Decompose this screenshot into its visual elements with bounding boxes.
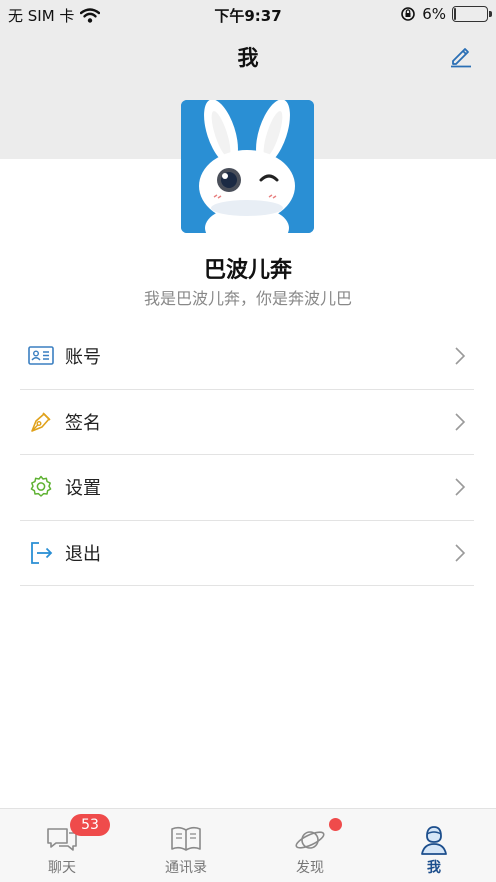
pen-nib-icon [28, 409, 54, 435]
unread-badge: 53 [70, 814, 110, 836]
tab-label-contacts: 通讯录 [165, 860, 207, 876]
person-icon [421, 826, 447, 855]
menu-item-account[interactable]: 账号 [20, 324, 474, 390]
tab-chat[interactable]: 聊天 53 [0, 809, 124, 882]
menu-label-account: 账号 [65, 347, 101, 369]
chevron-right-icon [455, 347, 466, 365]
tab-label-discover: 发现 [296, 860, 324, 876]
tab-discover[interactable]: 发现 [248, 809, 372, 882]
avatar[interactable] [181, 100, 314, 233]
battery-percent: 6% [422, 5, 446, 23]
profile-signature: 我是巴波儿奔，你是奔波儿巴 [143, 289, 352, 308]
status-right: 6% [400, 5, 492, 23]
rabbit-avatar-icon [181, 100, 314, 233]
notification-dot [329, 818, 342, 831]
tab-label-chat: 聊天 [48, 860, 76, 876]
contacts-book-icon [171, 826, 201, 851]
orientation-lock-icon [401, 7, 416, 21]
edit-pen-icon [451, 48, 471, 68]
planet-icon [295, 831, 325, 849]
tab-label-me: 我 [427, 860, 441, 876]
chevron-right-icon [455, 478, 466, 496]
menu-item-logout[interactable]: 退出 [20, 521, 474, 586]
edit-button[interactable] [448, 42, 474, 68]
gear-icon [28, 474, 54, 500]
tab-contacts[interactable]: 通讯录 [124, 809, 248, 882]
id-card-icon [28, 343, 54, 369]
battery-icon [452, 6, 492, 22]
tab-me[interactable]: 我 [372, 809, 496, 882]
menu-label-logout: 退出 [65, 543, 101, 565]
page-title: 我 [237, 46, 259, 70]
menu-label-signature: 签名 [65, 412, 101, 434]
logout-icon [28, 540, 54, 566]
menu-label-settings: 设置 [65, 478, 101, 500]
tab-bar: 聊天 53 通讯录 发现 我 [0, 808, 496, 882]
menu-item-signature[interactable]: 签名 [20, 390, 474, 455]
chevron-right-icon [455, 544, 466, 562]
profile-name: 巴波儿奔 [203, 258, 292, 283]
menu-item-settings[interactable]: 设置 [20, 455, 474, 521]
status-bar: 无 SIM 卡 下午9:37 6% [0, 0, 496, 28]
battery-fill [454, 8, 456, 20]
settings-menu: 账号 签名 设置 退出 [20, 324, 474, 586]
chevron-right-icon [455, 413, 466, 431]
